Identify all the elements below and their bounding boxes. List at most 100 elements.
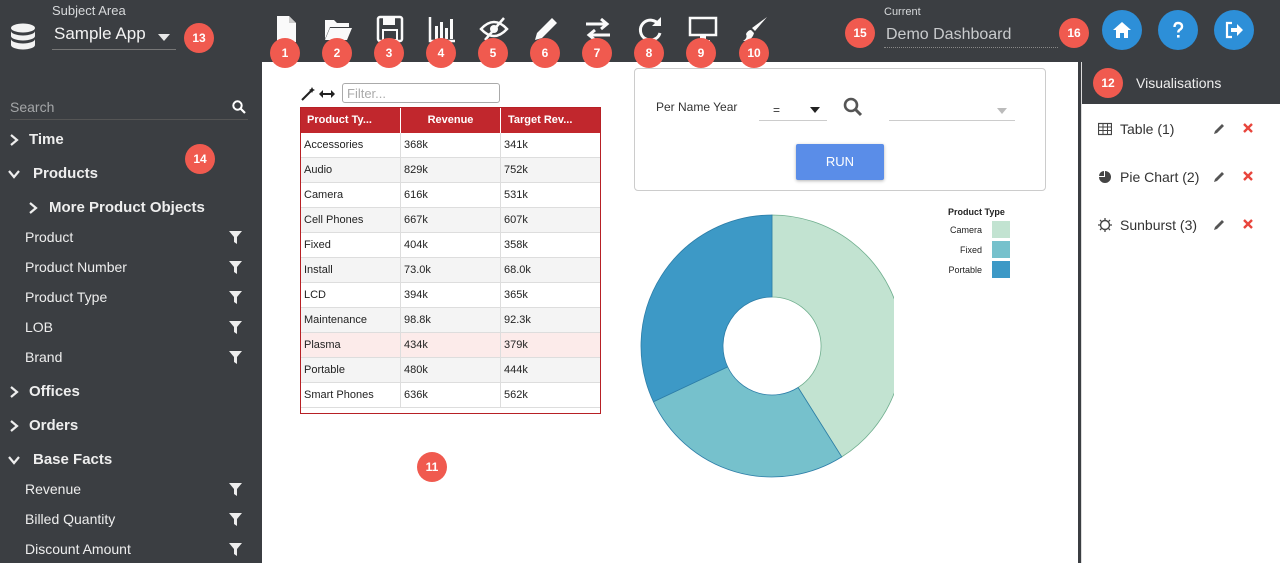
tree-label: Base Facts [33,451,113,468]
tree-label: Products [33,165,99,182]
table-header: Product Ty... Revenue Target Rev... [301,108,600,133]
tree-group-time[interactable]: Time [0,126,260,154]
table-cell: Smart Phones [301,383,401,408]
tree-item-product-type[interactable]: Product Type [0,283,260,311]
legend-swatch [992,241,1010,258]
table-cell: Audio [301,158,401,183]
table-cell: 829k [401,158,501,183]
table-row[interactable]: Portable 480k 444k [301,358,600,383]
filter-icon[interactable] [229,483,242,496]
pencil-icon[interactable] [1213,122,1226,135]
table-cell: Cell Phones [301,208,401,233]
table-cell: 434k [401,333,501,358]
filter-icon[interactable] [229,543,242,556]
table-row[interactable]: Fixed 404k 358k [301,233,600,258]
table-row[interactable]: Install 73.0k 68.0k [301,258,600,283]
table-row[interactable]: Cell Phones 667k 607k [301,208,600,233]
pencil-icon[interactable] [1213,218,1226,231]
vis-item-pie-chart[interactable]: Pie Chart (2) [1082,166,1280,190]
caret-down-icon [158,34,170,41]
filter-icon[interactable] [229,291,242,304]
subject-area-select[interactable]: Sample App [52,24,176,50]
callout-badge-15: 15 [845,18,875,48]
vis-label: Sunburst (3) [1120,217,1198,233]
filter-icon[interactable] [229,513,242,526]
tree-group-products[interactable]: Products [0,160,260,188]
filter-icon[interactable] [229,231,242,244]
search-input[interactable] [10,96,210,118]
home-button[interactable] [1102,10,1142,50]
tree-group-base-facts[interactable]: Base Facts [0,446,260,474]
table-filter-input[interactable] [342,83,500,103]
tree-label: Offices [29,383,80,400]
chevron-right-icon [10,386,19,398]
table-cell: 636k [401,383,501,408]
column-header-product-type[interactable]: Product Ty... [301,108,401,133]
callout-badge-7: 7 [582,38,612,68]
delete-x-icon[interactable] [1242,218,1254,230]
legend-title: Product Type [948,207,1005,217]
table-row[interactable]: Plasma 434k 379k [301,333,600,358]
table-row[interactable]: Audio 829k 752k [301,158,600,183]
table-cell: 752k [504,164,528,176]
legend-item-portable[interactable]: Portable [932,261,1032,279]
tree-item-lob[interactable]: LOB [0,313,260,341]
pencil-icon[interactable] [1213,170,1226,183]
help-button[interactable] [1158,10,1198,50]
table-row[interactable]: Accessories 368k 341k [301,133,600,158]
chevron-right-icon [29,202,38,214]
table-cell: 531k [504,189,528,201]
tree-subgroup-more-product-objects[interactable]: More Product Objects [0,194,260,222]
resize-width-icon[interactable] [319,90,335,98]
table-cell: 98.8k [401,308,501,333]
search-icon[interactable] [843,97,863,117]
callout-badge-1: 1 [270,38,300,68]
table-row[interactable]: Maintenance 98.8k 92.3k [301,308,600,333]
legend-item-camera[interactable]: Camera [932,221,1032,239]
table-row[interactable]: Smart Phones 636k 562k [301,383,600,408]
vis-label: Pie Chart (2) [1120,169,1200,185]
chevron-right-icon [10,134,19,146]
tree-item-brand[interactable]: Brand [0,343,260,371]
delete-x-icon[interactable] [1242,122,1254,134]
logout-button[interactable] [1214,10,1254,50]
table-cell: 68.0k [504,264,531,276]
table-row[interactable]: Camera 616k 531k [301,183,600,208]
filter-icon[interactable] [229,261,242,274]
operator-select[interactable]: = [759,99,827,121]
tree-item-revenue[interactable]: Revenue [0,475,260,503]
column-header-target-revenue[interactable]: Target Rev... [501,108,600,133]
callout-badge-5: 5 [478,38,508,68]
tree-item-product[interactable]: Product [0,223,260,251]
table-tools [301,87,335,101]
table-row[interactable]: LCD 394k 365k [301,283,600,308]
chevron-down-icon [8,456,20,465]
tree-group-orders[interactable]: Orders [0,412,260,440]
tree-label: Product Type [25,289,108,305]
vis-item-sunburst[interactable]: Sunburst (3) [1082,214,1280,238]
tree-label: Time [29,131,64,148]
callout-badge-13: 13 [184,23,214,53]
magic-wand-icon[interactable] [301,87,315,101]
legend-label: Fixed [959,245,982,255]
tree-item-product-number[interactable]: Product Number [0,253,260,281]
tree-group-offices[interactable]: Offices [0,378,260,406]
donut-chart [640,214,894,478]
legend-item-fixed[interactable]: Fixed [932,241,1032,259]
callout-badge-16: 16 [1059,18,1089,48]
run-button[interactable]: RUN [796,144,884,180]
prompt-value-select[interactable] [889,99,1015,121]
sidebar: 14 Time Products More Product Objects Pr… [0,62,260,563]
delete-x-icon[interactable] [1242,170,1254,182]
column-header-revenue[interactable]: Revenue [401,108,501,133]
filter-icon[interactable] [229,351,242,364]
prompt-panel: Per Name Year = RUN [634,68,1046,191]
current-dashboard-field[interactable]: Demo Dashboard [884,22,1058,48]
filter-icon[interactable] [229,321,242,334]
subject-area-label: Subject Area [52,3,126,18]
tree-item-billed-quantity[interactable]: Billed Quantity [0,505,260,533]
tree-item-discount-amount[interactable]: Discount Amount [0,535,260,563]
search-icon[interactable] [232,100,246,114]
pie-slice-portable[interactable] [640,214,773,403]
vis-item-table[interactable]: Table (1) [1082,118,1280,142]
